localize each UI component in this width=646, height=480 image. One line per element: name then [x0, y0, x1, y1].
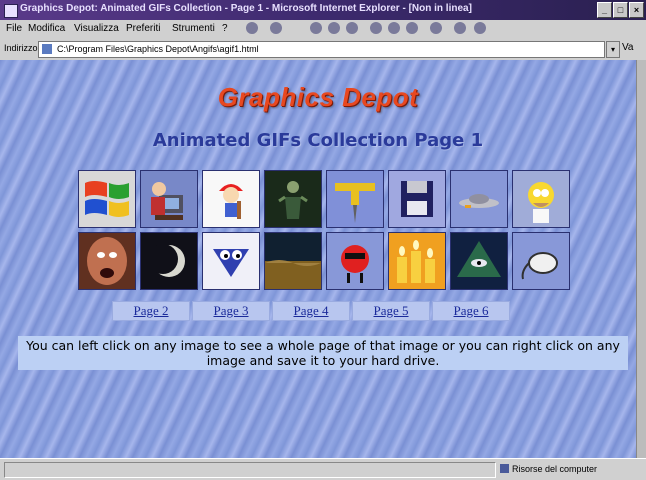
menu-modifica[interactable]: Modifica — [28, 23, 65, 34]
page-link-3[interactable]: Page 3 — [192, 301, 270, 321]
site-logo: Graphics Depot — [217, 82, 419, 112]
homer-simpson-icon — [513, 171, 569, 227]
candles-icon — [389, 233, 445, 289]
page-link-5[interactable]: Page 5 — [352, 301, 430, 321]
page-icon — [42, 44, 52, 54]
status-cell — [4, 462, 496, 478]
floppy-disk-icon — [389, 171, 445, 227]
menu-preferiti[interactable]: Preferiti — [126, 23, 160, 34]
spaceship-icon — [451, 171, 507, 227]
windows-logo-icon — [79, 171, 135, 227]
dark-figure-icon — [265, 171, 321, 227]
gif-tile[interactable] — [326, 170, 384, 228]
page-link-4[interactable]: Page 4 — [272, 301, 350, 321]
page-content: Graphics Depot Animated GIFs Collection … — [0, 60, 636, 458]
address-dropdown-button[interactable]: ▾ — [606, 41, 620, 58]
security-zone: Risorse del computer — [512, 464, 598, 474]
gif-tile[interactable] — [450, 232, 508, 290]
gif-tile[interactable] — [264, 170, 322, 228]
status-bar: Risorse del computer — [0, 458, 646, 480]
smiley-checkmark-icon — [203, 233, 259, 289]
menu-file[interactable]: File — [6, 23, 22, 34]
refresh-icon[interactable] — [328, 22, 340, 34]
computer-zone-icon — [500, 464, 509, 473]
gif-tile[interactable] — [326, 232, 384, 290]
screaming-face-icon — [79, 233, 135, 289]
mail-icon[interactable] — [430, 22, 442, 34]
favorites-icon[interactable] — [388, 22, 400, 34]
pushpin-icon — [327, 171, 383, 227]
go-button[interactable]: Va — [622, 42, 634, 53]
gif-tile[interactable] — [78, 232, 136, 290]
gif-tile[interactable] — [202, 232, 260, 290]
pyramid-eye-icon — [451, 233, 507, 289]
instructions-text: You can left click on any image to see a… — [18, 336, 628, 370]
window-title: Graphics Depot: Animated GIFs Collection… — [20, 3, 472, 14]
address-bar: Indirizzo C:\Program Files\Graphics Depo… — [0, 38, 646, 61]
gif-tile[interactable] — [388, 232, 446, 290]
page-links: Page 2 Page 3 Page 4 Page 5 Page 6 — [112, 301, 510, 321]
gif-tile[interactable] — [140, 232, 198, 290]
gif-tile[interactable] — [512, 232, 570, 290]
gif-tile[interactable] — [450, 170, 508, 228]
ie-app-icon — [4, 4, 18, 18]
gif-tile[interactable] — [78, 170, 136, 228]
maximize-button[interactable]: □ — [613, 2, 628, 18]
gif-tile[interactable] — [388, 170, 446, 228]
menu-strumenti[interactable]: Strumenti — [172, 23, 215, 34]
computer-user-icon — [141, 171, 197, 227]
minimize-button[interactable]: _ — [597, 2, 612, 18]
search-icon[interactable] — [370, 22, 382, 34]
print-icon[interactable] — [454, 22, 466, 34]
forward-icon[interactable] — [270, 22, 282, 34]
page-title: Animated GIFs Collection Page 1 — [152, 130, 484, 151]
address-url: C:\Program Files\Graphics Depot\Angifs\a… — [57, 44, 259, 54]
page-link-2[interactable]: Page 2 — [112, 301, 190, 321]
window-controls: _ □ × — [597, 2, 644, 18]
walking-tomato-icon — [327, 233, 383, 289]
mouse-icon — [513, 233, 569, 289]
moon-phase-icon — [141, 233, 197, 289]
gif-tile[interactable] — [140, 170, 198, 228]
gif-tile[interactable] — [512, 170, 570, 228]
title-bar: Graphics Depot: Animated GIFs Collection… — [0, 0, 646, 20]
home-icon[interactable] — [346, 22, 358, 34]
gif-grid — [78, 170, 570, 290]
menu-help[interactable]: ? — [222, 23, 228, 34]
close-button[interactable]: × — [629, 2, 644, 18]
vertical-scrollbar[interactable] — [636, 60, 646, 458]
edit-icon[interactable] — [474, 22, 486, 34]
stop-icon[interactable] — [310, 22, 322, 34]
menu-bar: File Modifica Visualizza Preferiti Strum… — [0, 20, 646, 39]
construction-worker-icon — [203, 171, 259, 227]
planet-surface-icon — [265, 233, 321, 289]
page-link-6[interactable]: Page 6 — [432, 301, 510, 321]
back-icon[interactable] — [246, 22, 258, 34]
menu-visualizza[interactable]: Visualizza — [74, 23, 119, 34]
address-input[interactable]: C:\Program Files\Graphics Depot\Angifs\a… — [38, 41, 605, 58]
gif-tile[interactable] — [264, 232, 322, 290]
address-label: Indirizzo — [4, 43, 38, 53]
browser-window: Graphics Depot: Animated GIFs Collection… — [0, 0, 646, 480]
gif-tile[interactable] — [202, 170, 260, 228]
history-icon[interactable] — [406, 22, 418, 34]
